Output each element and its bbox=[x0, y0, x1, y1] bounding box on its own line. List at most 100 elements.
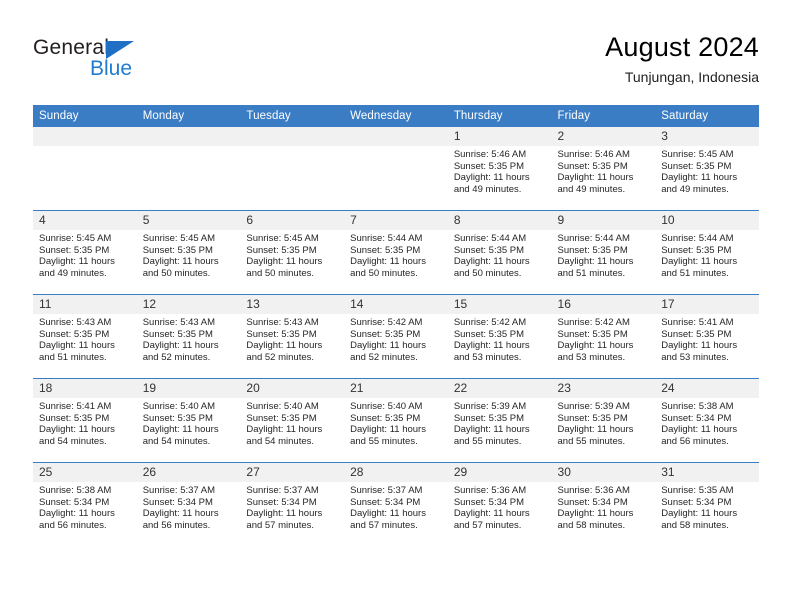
calendar-day-cell[interactable]: 13 Sunrise: 5:43 AM Sunset: 5:35 PM Dayligh… bbox=[240, 294, 345, 379]
detail-sunset: Sunset: 5:35 PM bbox=[557, 412, 628, 424]
calendar-day-cell[interactable]: 6 Sunrise: 5:45 AM Sunset: 5:35 PM Daylight… bbox=[240, 210, 345, 295]
calendar-day-cell[interactable]: 30 Sunrise: 5:36 AM Sunset: 5:34 PM Dayligh… bbox=[551, 462, 656, 546]
day-number: 19 bbox=[136, 379, 241, 398]
calendar-day-cell[interactable]: 26 Sunrise: 5:37 AM Sunset: 5:34 PM Dayligh… bbox=[136, 462, 241, 546]
detail-sunrise: Sunrise: 5:45 AM bbox=[39, 233, 112, 244]
day-number bbox=[33, 127, 137, 146]
day-number: 2 bbox=[551, 127, 656, 146]
calendar-day-cell[interactable]: 18 Sunrise: 5:41 AM Sunset: 5:35 PM Dayligh… bbox=[33, 378, 137, 463]
day-sun-details: Sunrise: 5:40 AM Sunset: 5:35 PM Daylight:… bbox=[137, 398, 241, 447]
calendar-day-cell-empty bbox=[33, 126, 137, 211]
detail-daylight-line1: Daylight: 11 hours bbox=[246, 340, 323, 352]
detail-daylight-line2: and 52 minutes. bbox=[142, 351, 211, 363]
detail-daylight-line2: and 57 minutes. bbox=[453, 519, 522, 531]
title-block: August 2024 Tunjungan, Indonesia bbox=[605, 30, 759, 88]
calendar-day-cell[interactable]: 1 Sunrise: 5:46 AM Sunset: 5:35 PM Daylight… bbox=[447, 126, 552, 211]
detail-daylight-line1: Daylight: 11 hours bbox=[557, 508, 634, 520]
day-sun-details: Sunrise: 5:36 AM Sunset: 5:34 PM Daylight:… bbox=[448, 482, 552, 531]
detail-daylight-line1: Daylight: 11 hours bbox=[453, 172, 530, 184]
calendar-day-cell[interactable]: 25 Sunrise: 5:38 AM Sunset: 5:34 PM Dayligh… bbox=[33, 462, 137, 546]
page-header: General Blue August 2024 Tunjungan, Indo… bbox=[0, 0, 792, 104]
day-number: 18 bbox=[33, 379, 137, 398]
detail-daylight-line2: and 49 minutes. bbox=[453, 183, 522, 195]
detail-sunset: Sunset: 5:35 PM bbox=[557, 328, 628, 340]
day-cell-inner: 17 Sunrise: 5:41 AM Sunset: 5:35 PM Dayligh… bbox=[655, 295, 759, 378]
day-sun-details: Sunrise: 5:41 AM Sunset: 5:35 PM Daylight:… bbox=[33, 398, 137, 447]
day-number: 6 bbox=[240, 211, 345, 230]
detail-sunrise: Sunrise: 5:46 AM bbox=[557, 149, 630, 160]
calendar-day-cell[interactable]: 28 Sunrise: 5:37 AM Sunset: 5:34 PM Dayligh… bbox=[344, 462, 448, 546]
calendar-day-cell[interactable]: 29 Sunrise: 5:36 AM Sunset: 5:34 PM Dayligh… bbox=[447, 462, 552, 546]
calendar-day-cell[interactable]: 20 Sunrise: 5:40 AM Sunset: 5:35 PM Dayligh… bbox=[240, 378, 345, 463]
day-number: 21 bbox=[344, 379, 448, 398]
detail-daylight-line2: and 50 minutes. bbox=[453, 267, 522, 279]
weekday-header-2: Tuesday bbox=[240, 105, 345, 127]
calendar-day-cell[interactable]: 17 Sunrise: 5:41 AM Sunset: 5:35 PM Dayligh… bbox=[655, 294, 759, 379]
calendar-day-cell[interactable]: 27 Sunrise: 5:37 AM Sunset: 5:34 PM Dayligh… bbox=[240, 462, 345, 546]
detail-sunrise: Sunrise: 5:39 AM bbox=[557, 401, 630, 412]
day-cell-inner: 22 Sunrise: 5:39 AM Sunset: 5:35 PM Dayligh… bbox=[447, 379, 552, 462]
weekday-header-4: Thursday bbox=[447, 105, 552, 127]
detail-daylight-line1: Daylight: 11 hours bbox=[453, 424, 530, 436]
calendar-body: 1 Sunrise: 5:46 AM Sunset: 5:35 PM Daylight… bbox=[33, 126, 759, 546]
day-number bbox=[240, 127, 345, 146]
calendar-day-cell[interactable]: 4 Sunrise: 5:45 AM Sunset: 5:35 PM Daylight… bbox=[33, 210, 137, 295]
detail-sunrise: Sunrise: 5:43 AM bbox=[246, 317, 319, 328]
day-number: 9 bbox=[551, 211, 656, 230]
calendar-grid: Sunday Monday Tuesday Wednesday Thursday Frid… bbox=[33, 105, 759, 546]
day-cell-inner: 1 Sunrise: 5:46 AM Sunset: 5:35 PM Daylight… bbox=[447, 127, 552, 210]
detail-sunset: Sunset: 5:35 PM bbox=[350, 244, 421, 256]
day-sun-details: Sunrise: 5:36 AM Sunset: 5:34 PM Daylight:… bbox=[552, 482, 656, 531]
day-cell-inner: 10 Sunrise: 5:44 AM Sunset: 5:35 PM Dayligh… bbox=[655, 211, 759, 294]
detail-daylight-line1: Daylight: 11 hours bbox=[350, 340, 426, 352]
calendar-day-cell[interactable]: 16 Sunrise: 5:42 AM Sunset: 5:35 PM Dayligh… bbox=[551, 294, 656, 379]
calendar-day-cell[interactable]: 3 Sunrise: 5:45 AM Sunset: 5:35 PM Daylight… bbox=[655, 126, 759, 211]
day-number: 3 bbox=[655, 127, 759, 146]
calendar-day-cell[interactable]: 5 Sunrise: 5:45 AM Sunset: 5:35 PM Daylight… bbox=[136, 210, 241, 295]
detail-daylight-line2: and 51 minutes. bbox=[39, 351, 107, 363]
day-number: 12 bbox=[136, 295, 241, 314]
detail-daylight-line2: and 55 minutes. bbox=[350, 435, 418, 447]
calendar-day-cell[interactable]: 12 Sunrise: 5:43 AM Sunset: 5:35 PM Dayligh… bbox=[136, 294, 241, 379]
detail-sunset: Sunset: 5:35 PM bbox=[142, 328, 213, 340]
calendar-day-cell[interactable]: 14 Sunrise: 5:42 AM Sunset: 5:35 PM Dayligh… bbox=[344, 294, 448, 379]
calendar-day-cell[interactable]: 2 Sunrise: 5:46 AM Sunset: 5:35 PM Daylight… bbox=[551, 126, 656, 211]
detail-daylight-line2: and 50 minutes. bbox=[246, 267, 315, 279]
detail-sunrise: Sunrise: 5:41 AM bbox=[39, 401, 112, 412]
detail-daylight-line2: and 49 minutes. bbox=[39, 267, 107, 279]
general-blue-logo[interactable]: General Blue bbox=[33, 36, 233, 86]
calendar-day-cell[interactable]: 24 Sunrise: 5:38 AM Sunset: 5:34 PM Dayligh… bbox=[655, 378, 759, 463]
detail-daylight-line1: Daylight: 11 hours bbox=[39, 256, 115, 268]
detail-sunset: Sunset: 5:34 PM bbox=[557, 496, 628, 508]
calendar-day-cell[interactable]: 7 Sunrise: 5:44 AM Sunset: 5:35 PM Daylight… bbox=[344, 210, 448, 295]
day-cell-inner: 19 Sunrise: 5:40 AM Sunset: 5:35 PM Dayligh… bbox=[136, 379, 241, 462]
calendar-day-cell[interactable]: 22 Sunrise: 5:39 AM Sunset: 5:35 PM Dayligh… bbox=[447, 378, 552, 463]
calendar-day-cell[interactable]: 15 Sunrise: 5:42 AM Sunset: 5:35 PM Dayligh… bbox=[447, 294, 552, 379]
calendar-day-cell[interactable]: 10 Sunrise: 5:44 AM Sunset: 5:35 PM Dayligh… bbox=[655, 210, 759, 295]
detail-daylight-line2: and 53 minutes. bbox=[557, 351, 626, 363]
detail-sunset: Sunset: 5:35 PM bbox=[246, 412, 317, 424]
calendar-day-cell[interactable]: 9 Sunrise: 5:44 AM Sunset: 5:35 PM Daylight… bbox=[551, 210, 656, 295]
detail-daylight-line1: Daylight: 11 hours bbox=[557, 256, 634, 268]
calendar-day-cell[interactable]: 19 Sunrise: 5:40 AM Sunset: 5:35 PM Dayligh… bbox=[136, 378, 241, 463]
page-title: August 2024 bbox=[605, 32, 759, 62]
detail-daylight-line2: and 54 minutes. bbox=[142, 435, 211, 447]
day-sun-details: Sunrise: 5:37 AM Sunset: 5:34 PM Daylight:… bbox=[240, 482, 344, 531]
weekday-header-3: Wednesday bbox=[344, 105, 448, 127]
calendar-weekday-header-row: Sunday Monday Tuesday Wednesday Thursday Frid… bbox=[33, 105, 759, 127]
detail-daylight-line2: and 55 minutes. bbox=[453, 435, 522, 447]
detail-sunset: Sunset: 5:34 PM bbox=[350, 496, 421, 508]
calendar-day-cell[interactable]: 23 Sunrise: 5:39 AM Sunset: 5:35 PM Dayligh… bbox=[551, 378, 656, 463]
detail-sunrise: Sunrise: 5:35 AM bbox=[661, 485, 734, 496]
detail-daylight-line2: and 56 minutes. bbox=[661, 435, 729, 447]
calendar-day-cell[interactable]: 11 Sunrise: 5:43 AM Sunset: 5:35 PM Dayligh… bbox=[33, 294, 137, 379]
calendar-day-cell[interactable]: 8 Sunrise: 5:44 AM Sunset: 5:35 PM Daylight… bbox=[447, 210, 552, 295]
day-sun-details: Sunrise: 5:41 AM Sunset: 5:35 PM Daylight:… bbox=[655, 314, 759, 363]
day-sun-details: Sunrise: 5:43 AM Sunset: 5:35 PM Daylight:… bbox=[137, 314, 241, 363]
day-cell-inner: 27 Sunrise: 5:37 AM Sunset: 5:34 PM Dayligh… bbox=[240, 463, 345, 546]
day-cell-inner: 29 Sunrise: 5:36 AM Sunset: 5:34 PM Dayligh… bbox=[447, 463, 552, 546]
calendar-day-cell[interactable]: 31 Sunrise: 5:35 AM Sunset: 5:34 PM Dayligh… bbox=[655, 462, 759, 546]
calendar-day-cell[interactable]: 21 Sunrise: 5:40 AM Sunset: 5:35 PM Dayligh… bbox=[344, 378, 448, 463]
detail-sunset: Sunset: 5:35 PM bbox=[350, 328, 421, 340]
detail-daylight-line2: and 51 minutes. bbox=[557, 267, 626, 279]
